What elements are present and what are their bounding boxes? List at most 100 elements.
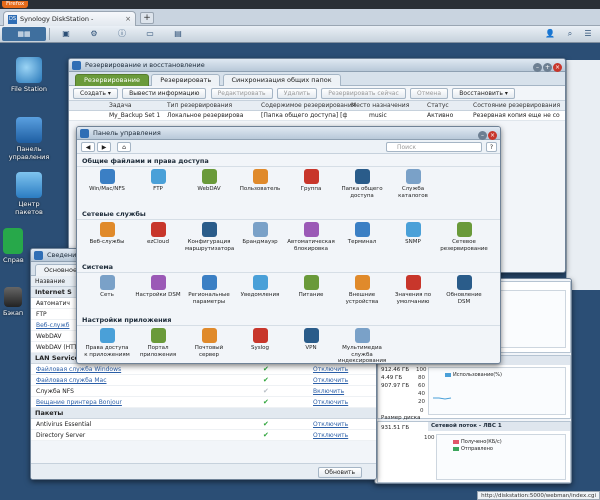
cp-item-label: WebDAV [197, 186, 221, 192]
show-info-button[interactable]: Вывести информацию [122, 88, 207, 99]
column-status[interactable]: Статус [427, 101, 449, 111]
cp-item-group[interactable]: Группа [287, 169, 335, 193]
cp-item-vpn[interactable]: VPN [287, 328, 335, 352]
cp-item-web-services[interactable]: Веб-службы [83, 222, 131, 246]
cp-item-firewall[interactable]: Брандмауэр [236, 222, 284, 246]
table-row[interactable]: Файловая служба Windows ✔ Отключить [31, 364, 376, 375]
table-row[interactable]: Вещание принтера Bonjour ✔ Отключить [31, 397, 376, 408]
create-button[interactable]: Создать ▾ [73, 88, 118, 99]
table-row[interactable]: Файловая служба Mac ✔ Отключить [31, 375, 376, 386]
cp-item-win-mac-nfs[interactable]: Win/Mac/NFS [83, 169, 131, 193]
table-row[interactable]: Служба NFS ✔ Включить [31, 386, 376, 397]
maximize-icon[interactable]: + [543, 63, 552, 72]
control-panel-search-input[interactable]: Поиск [386, 142, 482, 152]
cp-item-ftp[interactable]: FTP [134, 169, 182, 193]
service-name[interactable]: Вещание принтера Bonjour [36, 397, 122, 408]
restore-button[interactable]: Восстановить ▾ [452, 88, 515, 99]
firefox-menu-button[interactable]: Firefox [2, 1, 29, 8]
backup-now-button[interactable]: Резервировать сейчас [321, 88, 406, 99]
cp-item-app-privileges[interactable]: Права доступа к приложениям [83, 328, 131, 358]
monitor-app-icon[interactable]: ▭ [138, 27, 162, 41]
options-menu-icon[interactable]: ☰ [576, 27, 600, 41]
column-destination[interactable]: Место назначения [351, 101, 409, 111]
control-panel-title-bar[interactable]: Панель управления – × [77, 127, 500, 140]
desktop-icon-control-panel[interactable]: Панель управления [6, 117, 52, 161]
desktop-icon-label: File Station [10, 85, 48, 93]
new-tab-button[interactable]: + [140, 12, 154, 24]
section-items: Веб-службы ezCloud Конфигурация маршрутиза… [77, 220, 500, 260]
service-toggle-link[interactable]: Включить [313, 386, 344, 397]
tab-backup-server[interactable]: Резервировать [151, 74, 221, 86]
resource-monitor-app-icon[interactable]: ▤ [166, 27, 190, 41]
cp-item-dsm-update[interactable]: Обновление DSM [440, 275, 488, 305]
desktop-icon-backup[interactable]: Бэкап [3, 287, 23, 317]
column-backup-content[interactable]: Содержимое резервирования [261, 101, 355, 111]
control-panel-app-icon[interactable]: ⚙ [82, 27, 106, 41]
service-toggle-link[interactable]: Отключить [313, 430, 348, 441]
edit-button[interactable]: Редактировать [210, 88, 273, 99]
cp-item-app-portal[interactable]: Портал приложения [134, 328, 182, 358]
cp-item-auto-block[interactable]: Автоматическая блокировка [287, 222, 335, 252]
desktop-icon-help[interactable]: Справ [3, 228, 24, 264]
desktop-icon-package-center[interactable]: Центр пакетов [6, 172, 52, 216]
column-task[interactable]: Задача [109, 101, 132, 111]
chart-tick: 40 [418, 391, 425, 397]
column-backup-type[interactable]: Тип резервирования [167, 101, 232, 111]
delete-button[interactable]: Удалить [276, 88, 318, 99]
cp-item-snmp[interactable]: SNMP [389, 222, 437, 246]
back-arrow-icon[interactable]: ◀ [81, 142, 95, 152]
table-row[interactable]: Directory Server ✔ Отключить [31, 430, 376, 441]
close-icon[interactable]: × [488, 131, 497, 140]
home-icon[interactable]: ⌂ [117, 142, 131, 152]
help-button[interactable]: ? [486, 142, 497, 152]
cp-item-ezcloud[interactable]: ezCloud [134, 222, 182, 246]
cp-item-webdav[interactable]: WebDAV [185, 169, 233, 193]
service-name[interactable]: Файловая служба Mac [36, 375, 107, 386]
browser-tab[interactable]: DSSynology DiskStation - DiskStation × [3, 11, 136, 33]
minimize-icon[interactable]: – [533, 63, 542, 72]
cp-item-external-devices[interactable]: Внешние устройства [338, 275, 386, 305]
cp-item-network-backup[interactable]: Сетевое резервирование [440, 222, 488, 252]
backup-window-title-bar[interactable]: Резервирование и восстановление – + × [69, 59, 565, 72]
service-toggle-link[interactable]: Отключить [313, 419, 348, 430]
cp-item-dsm-settings[interactable]: Настройки DSM [134, 275, 182, 299]
cp-item-router-config[interactable]: Конфигурация маршрутизатора [185, 222, 234, 252]
table-row[interactable]: My_Backup Set 1 Локальное резервирова [П… [69, 111, 565, 121]
desktop-icon-label: Центр пакетов [15, 200, 43, 216]
cp-item-directory-service[interactable]: Служба каталогов [389, 169, 437, 199]
cp-item-shared-folder[interactable]: Папка общего доступа [338, 169, 386, 199]
minimize-icon[interactable]: – [478, 131, 487, 140]
forward-arrow-icon[interactable]: ▶ [97, 142, 111, 152]
tab-close-icon[interactable]: × [125, 14, 131, 24]
services-section-title[interactable]: Пакеты [31, 408, 376, 419]
info-app-icon[interactable]: ⓘ [110, 27, 134, 41]
service-name[interactable]: Файловая служба Windows [36, 364, 121, 375]
service-toggle-link[interactable]: Отключить [313, 375, 348, 386]
cp-item-network[interactable]: Сеть [83, 275, 131, 299]
cp-item-regional-options[interactable]: Региональные параметры [185, 275, 233, 305]
cp-item-terminal[interactable]: Терминал [338, 222, 386, 246]
cp-item-restore-defaults[interactable]: Значения по умолчанию [389, 275, 437, 305]
cp-item-power[interactable]: Питание [287, 275, 335, 299]
memory-panel: Использование памяти 912.46 ГБ 4.49 ГБ 9… [377, 355, 571, 419]
desktop-icon-file-station[interactable]: File Station [6, 57, 52, 93]
close-icon[interactable]: × [553, 63, 562, 72]
cancel-button[interactable]: Отмена [410, 88, 449, 99]
backup-app-icon[interactable]: ▣ [54, 27, 78, 41]
service-toggle-link[interactable]: Отключить [313, 397, 348, 408]
cp-item-media-indexing[interactable]: Мультимедиа служба индексирования [338, 328, 386, 363]
refresh-button[interactable]: Обновить [317, 467, 362, 478]
column-backup-state[interactable]: Состояние резервирования [473, 101, 560, 111]
backup-icon [4, 287, 22, 307]
service-toggle-link[interactable]: Отключить [313, 364, 348, 375]
cp-item-mail-server[interactable]: Почтовый сервер [185, 328, 233, 358]
cp-item-label: SNMP [405, 239, 421, 245]
cp-item-user[interactable]: Пользователь [236, 169, 284, 193]
show-desktop-icon[interactable]: ▦▦ [2, 27, 46, 41]
tab-backup[interactable]: Резервирование [75, 74, 149, 86]
service-name[interactable]: Веб-служб [36, 320, 69, 331]
cp-item-syslog[interactable]: Syslog [236, 328, 284, 352]
table-row[interactable]: Antivirus Essential ✔ Отключить [31, 419, 376, 430]
tab-shared-folder-sync[interactable]: Синхронизация общих папок [222, 74, 341, 86]
cp-item-notifications[interactable]: Уведомления [236, 275, 284, 299]
